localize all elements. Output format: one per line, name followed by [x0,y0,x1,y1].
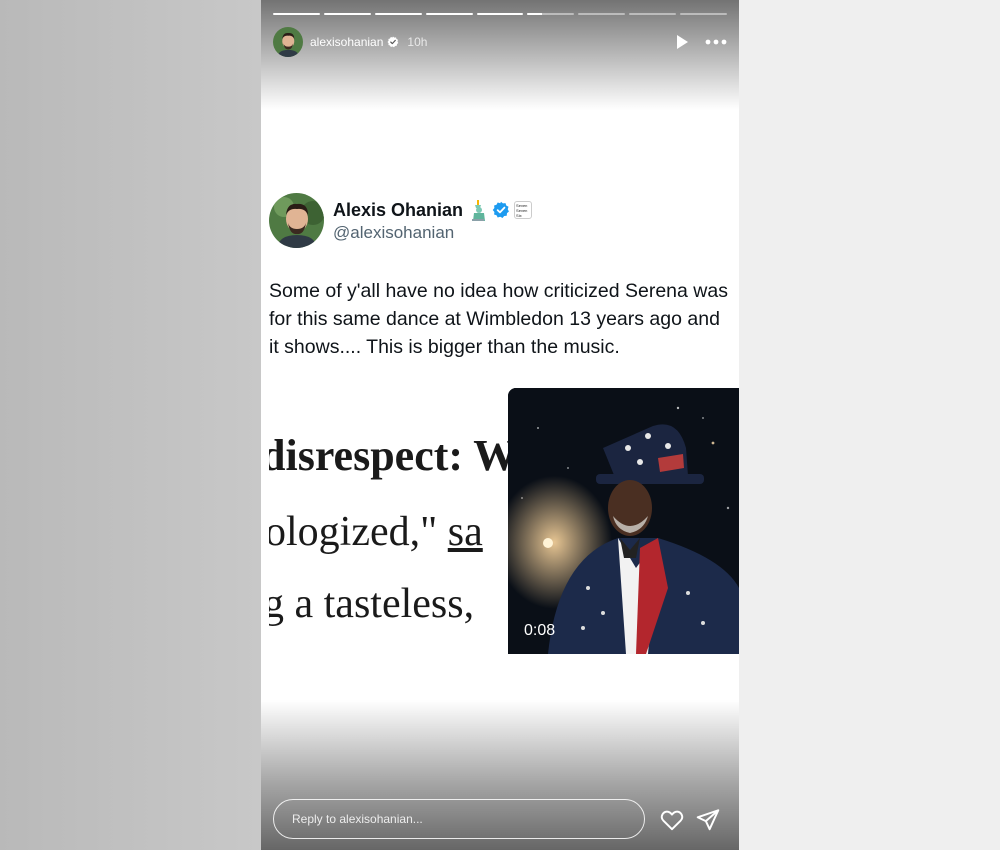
story-avatar[interactable] [273,27,303,57]
tweet-avatar [269,193,324,248]
play-icon[interactable] [675,34,689,50]
progress-segment [273,13,320,15]
tweet-handle[interactable]: @alexisohanian [333,223,454,243]
video-duration: 0:08 [524,622,556,639]
heart-icon [660,810,684,831]
reply-input[interactable] [274,800,644,838]
affiliation-text: Six [516,212,522,218]
progress-segment [680,13,728,15]
verified-badge-icon [492,201,510,219]
tweet-header: Alexis Ohanian Seven Seven Six @alexisoh… [269,193,729,249]
tweet-author-name[interactable]: Alexis Ohanian [333,200,463,221]
story-header: alexisohanian 10h [273,26,727,58]
progress-segment [323,13,371,15]
clipping-text: ologized," [269,509,448,555]
story-progress-bar [273,13,728,16]
clipping-line: ologized," sa [269,508,483,556]
progress-segment [578,13,626,15]
progress-segment [374,13,422,15]
progress-segment [629,13,677,15]
background-left [0,0,261,850]
background-right [739,0,1000,850]
story-username[interactable]: alexisohanian [310,35,383,49]
like-button[interactable] [659,807,685,833]
story-viewer[interactable]: Alexis Ohanian Seven Seven Six @alexisoh… [261,0,739,850]
clipping-line: disrespect: W [269,431,518,480]
video-thumbnail[interactable]: 0:08 [508,388,739,654]
verified-badge-icon [387,36,399,48]
affiliation-badge: Seven Seven Six [514,201,533,219]
clipping-underlined-text: sa [447,509,483,555]
send-icon [696,809,720,831]
share-button[interactable] [695,807,721,833]
tweet-text: Some of y'all have no idea how criticize… [269,280,728,358]
reply-field[interactable] [273,799,645,839]
clipping-line: g a tasteless, [269,581,475,627]
article-clipping-image: disrespect: W ologized," sa g a tasteles… [269,390,519,652]
more-icon[interactable] [705,39,727,45]
statue-of-liberty-icon [469,199,487,221]
progress-segment [527,13,575,15]
progress-segment [476,13,524,15]
story-timestamp: 10h [407,35,428,49]
progress-segment [425,13,473,15]
